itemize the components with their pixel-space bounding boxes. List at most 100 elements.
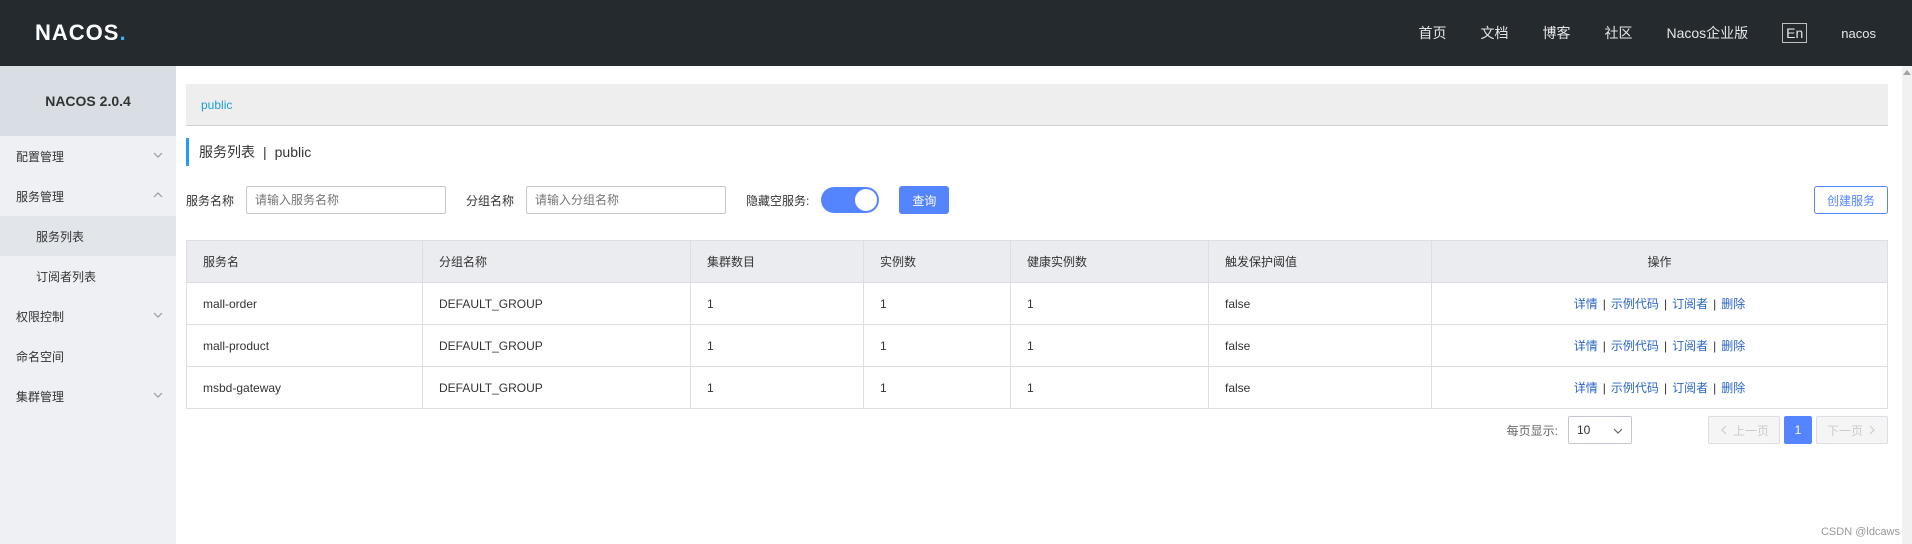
cell-service-name: mall-product [186,324,423,367]
table-row: msbd-gateway DEFAULT_GROUP 1 1 1 false 详… [186,366,1888,409]
cell-service-name: mall-order [186,282,423,325]
cell-protect-threshold: false [1208,282,1432,325]
detail-link[interactable]: 详情 [1574,339,1598,353]
cell-cluster-count: 1 [690,324,864,367]
hide-empty-label: 隐藏空服务: [746,193,810,208]
op-separator: | [1663,339,1668,353]
table-row: mall-order DEFAULT_GROUP 1 1 1 false 详情 |… [186,282,1888,325]
nav-home-link[interactable]: 首页 [1418,23,1446,43]
subscriber-link[interactable]: 订阅者 [1672,381,1708,395]
sample-code-link[interactable]: 示例代码 [1611,339,1659,353]
top-nav: 首页 文档 博客 社区 Nacos企业版 En nacos [1418,0,1912,66]
page-title-text: 服务列表 [199,144,255,160]
subscriber-link[interactable]: 订阅者 [1672,297,1708,311]
op-separator: | [1602,297,1606,311]
group-name-input[interactable] [526,186,727,214]
op-separator: | [1713,381,1717,395]
delete-link[interactable]: 删除 [1721,381,1745,395]
main-content: public 服务列表 | public 服务名称 分组名称 隐藏空服务: 查询… [176,66,1912,544]
sidebar-item-access-control[interactable]: 权限控制 [0,296,176,336]
nacos-logo[interactable]: NACOS. [35,20,127,46]
cell-protect-threshold: false [1208,324,1432,367]
sample-code-link[interactable]: 示例代码 [1611,381,1659,395]
op-separator: | [1713,339,1717,353]
cell-protect-threshold: false [1208,366,1432,409]
page-size-label: 每页显示: [1506,423,1558,438]
col-healthy-count: 健康实例数 [1010,240,1209,283]
cell-instance-count: 1 [863,282,1011,325]
cell-operations: 详情 | 示例代码 | 订阅者 | 删除 [1431,282,1888,325]
page-number-1[interactable]: 1 [1783,416,1812,444]
service-name-input[interactable] [246,186,447,214]
language-toggle-button[interactable]: En [1782,23,1808,43]
nav-enterprise-link[interactable]: Nacos企业版 [1666,23,1748,43]
next-page-button[interactable]: 下一页 [1815,416,1888,444]
next-page-label: 下一页 [1826,423,1863,438]
table-row: mall-product DEFAULT_GROUP 1 1 1 false 详… [186,324,1888,367]
col-protect-threshold: 触发保护阈值 [1208,240,1432,283]
cell-group-name: DEFAULT_GROUP [422,282,691,325]
sidebar-item-cluster-management[interactable]: 集群管理 [0,376,176,416]
chevron-right-icon [1869,425,1875,435]
delete-link[interactable]: 删除 [1721,339,1745,353]
hide-empty-toggle[interactable] [821,187,880,213]
cell-healthy-count: 1 [1010,366,1209,409]
version-header: NACOS 2.0.4 [0,66,176,136]
namespace-link-public[interactable]: public [201,98,232,112]
op-separator: | [1663,297,1668,311]
prev-page-label: 上一页 [1732,423,1769,438]
user-name[interactable]: nacos [1841,26,1876,41]
sidebar-item-service-list[interactable]: 服务列表 [0,216,176,256]
pagination: 每页显示: 10 上一页 1 下一页 [1507,416,1888,444]
cell-healthy-count: 1 [1010,282,1209,325]
chevron-up-icon [153,192,163,198]
sidebar-item-label: 集群管理 [16,389,65,404]
cell-group-name: DEFAULT_GROUP [422,324,691,367]
detail-link[interactable]: 详情 [1574,381,1598,395]
chevron-down-icon [1613,428,1623,434]
op-separator: | [1663,381,1668,395]
page-size-select[interactable]: 10 [1567,416,1632,444]
col-operations: 操作 [1431,240,1888,283]
namespace-bar: public [186,84,1888,126]
sidebar-item-service-management[interactable]: 服务管理 [0,176,176,216]
col-service-name: 服务名 [186,240,423,283]
nav-blog-link[interactable]: 博客 [1542,23,1570,43]
page-title: 服务列表 | public [186,138,311,166]
chevron-left-icon [1721,425,1727,435]
title-separator: | [263,144,267,160]
cell-operations: 详情 | 示例代码 | 订阅者 | 删除 [1431,324,1888,367]
sidebar-item-subscriber-list[interactable]: 订阅者列表 [0,256,176,296]
prev-page-button[interactable]: 上一页 [1707,416,1780,444]
cell-instance-count: 1 [863,366,1011,409]
create-service-button[interactable]: 创建服务 [1813,186,1888,214]
delete-link[interactable]: 删除 [1721,297,1745,311]
top-navbar: NACOS. 首页 文档 博客 社区 Nacos企业版 En nacos [0,0,1912,66]
sample-code-link[interactable]: 示例代码 [1611,297,1659,311]
cell-cluster-count: 1 [690,366,864,409]
sidebar-item-namespace[interactable]: 命名空间 [0,336,176,376]
scroll-up-icon[interactable] [1903,70,1911,75]
vertical-scrollbar[interactable] [1902,66,1912,544]
group-name-label: 分组名称 [466,193,515,208]
query-button[interactable]: 查询 [899,186,950,214]
subscriber-link[interactable]: 订阅者 [1672,339,1708,353]
col-cluster-count: 集群数目 [690,240,864,283]
detail-link[interactable]: 详情 [1574,297,1598,311]
chevron-down-icon [153,392,163,398]
cell-healthy-count: 1 [1010,324,1209,367]
col-instance-count: 实例数 [863,240,1011,283]
sidebar: NACOS 2.0.4 配置管理 服务管理 服务列表 订阅者列表 权限控制 命名… [0,66,176,544]
chevron-down-icon [153,152,163,158]
sidebar-item-config-management[interactable]: 配置管理 [0,136,176,176]
sidebar-item-label: 服务管理 [16,189,65,204]
op-separator: | [1602,381,1606,395]
service-name-label: 服务名称 [186,193,235,208]
page-size-value: 10 [1576,423,1591,437]
col-group-name: 分组名称 [422,240,691,283]
op-separator: | [1713,297,1717,311]
nav-docs-link[interactable]: 文档 [1480,23,1508,43]
nav-community-link[interactable]: 社区 [1604,23,1632,43]
sidebar-item-label: 权限控制 [16,309,65,324]
sidebar-item-label: 配置管理 [16,149,65,164]
